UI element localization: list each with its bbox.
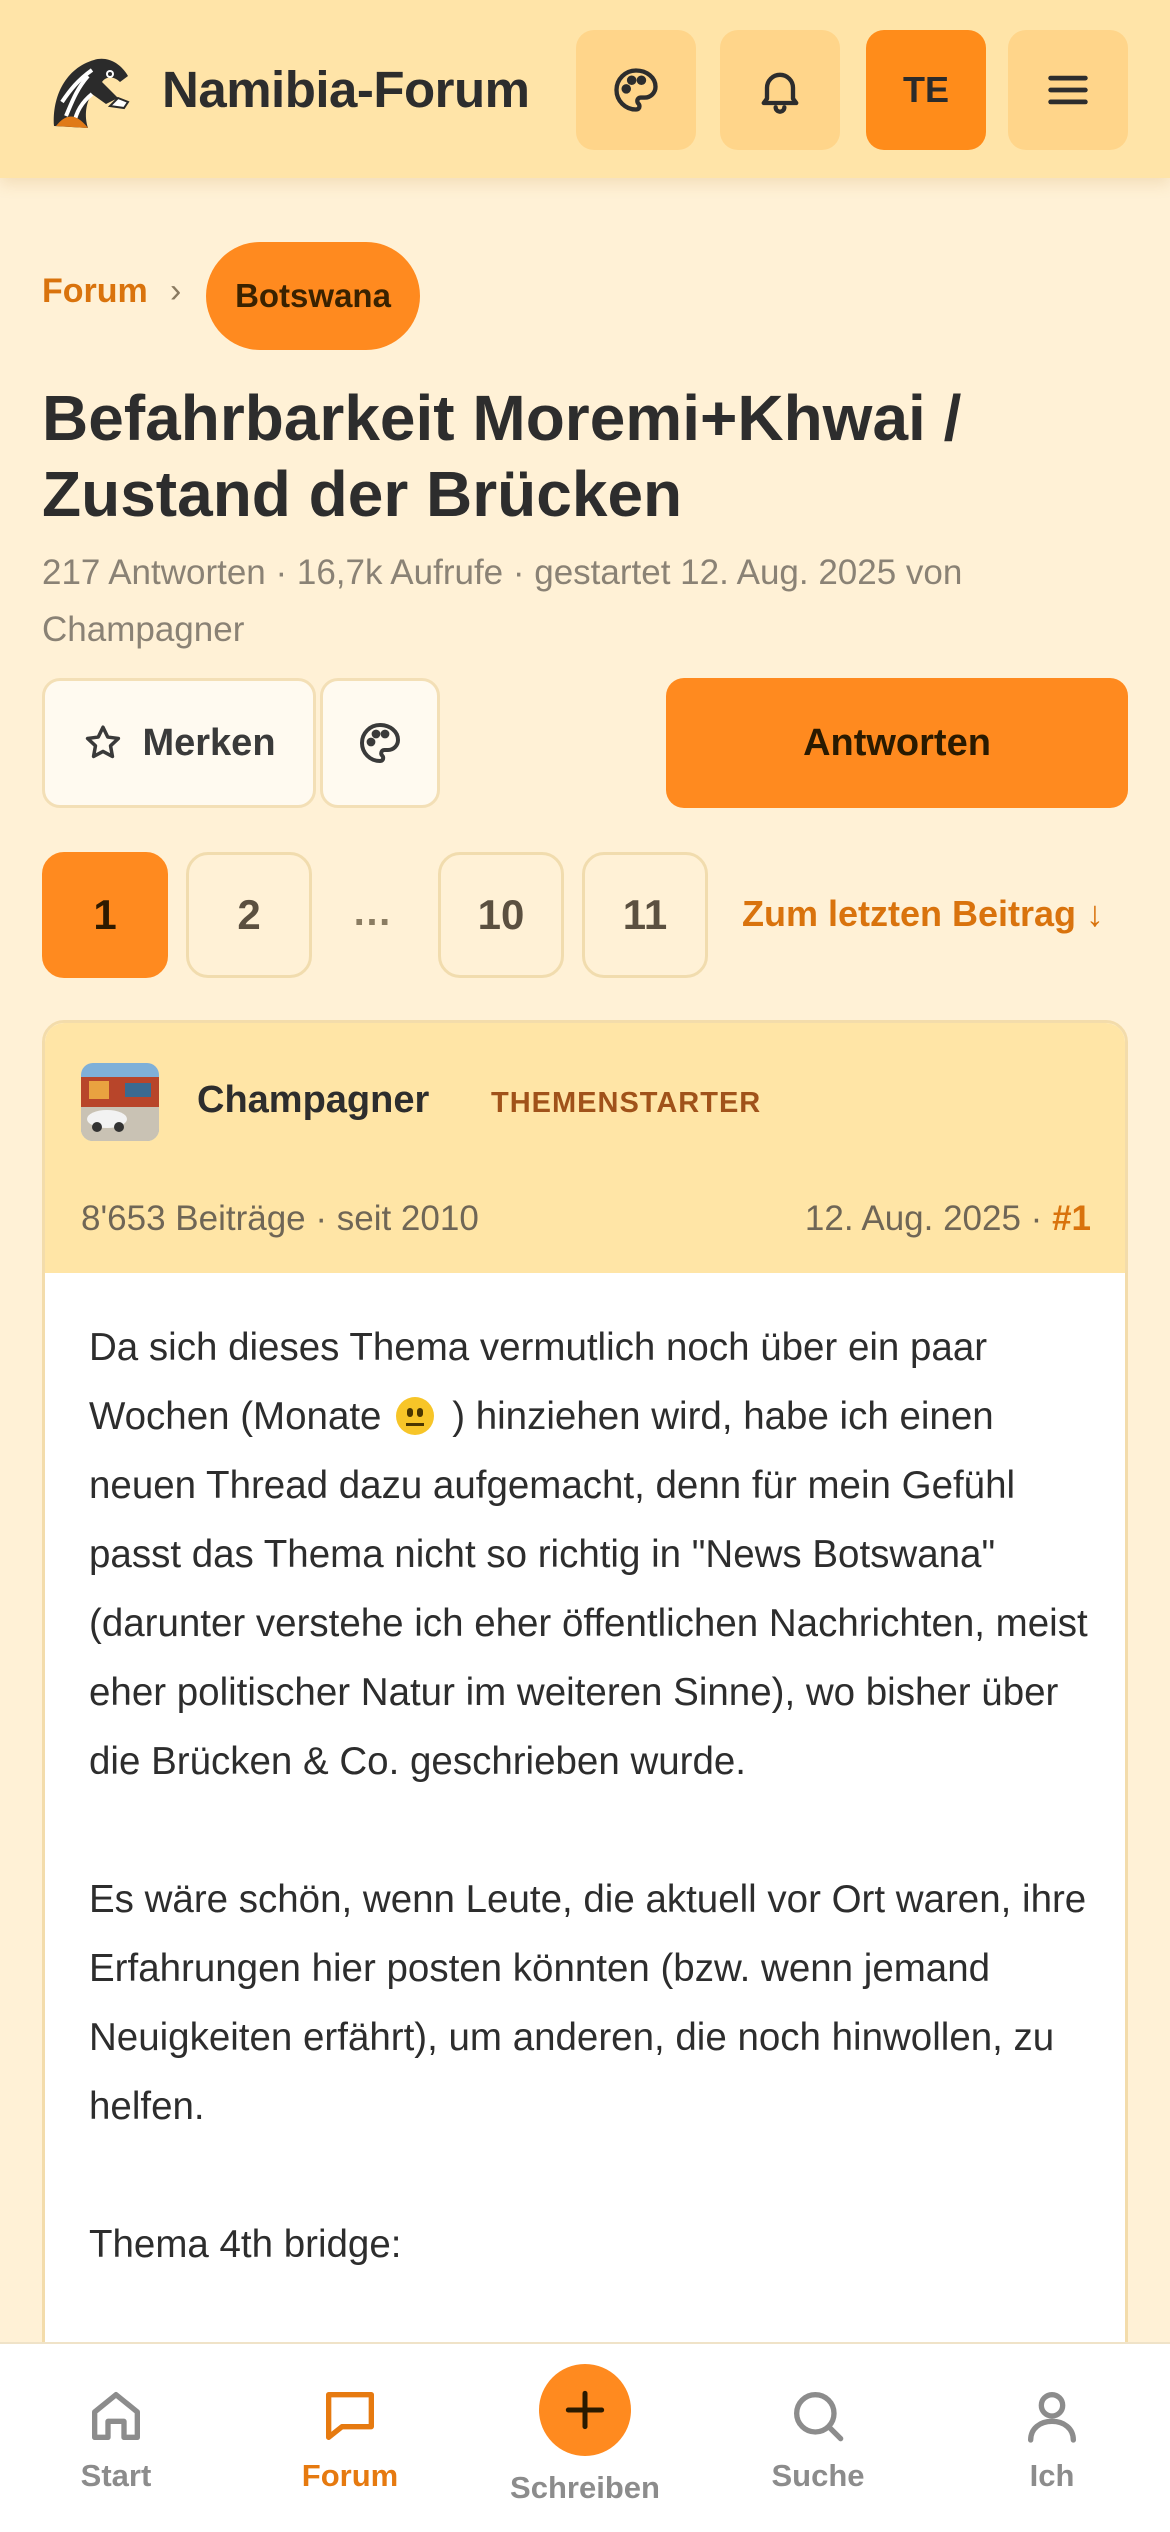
post-paragraph: Da sich dieses Thema vermutlich noch übe…: [89, 1313, 1099, 1796]
post-card: Champagner THEMENSTARTER 8'653 Beiträge …: [42, 1020, 1128, 2532]
post-paragraph: Thema 4th bridge:: [89, 2223, 402, 2266]
reply-button[interactable]: Antworten: [666, 678, 1128, 808]
nav-write-label: Schreiben: [510, 2470, 660, 2505]
site-brand[interactable]: Namibia-Forum: [162, 60, 530, 119]
menu-button[interactable]: [1008, 30, 1128, 150]
bookmark-button[interactable]: Merken: [42, 678, 316, 808]
palette-icon: [360, 723, 400, 763]
nav-forum[interactable]: Forum: [260, 2384, 440, 2494]
post-style-button[interactable]: [320, 678, 440, 808]
page-button-10[interactable]: 10: [438, 852, 564, 978]
user-avatar-button[interactable]: TE: [866, 30, 986, 150]
jump-to-last-post-link[interactable]: Zum letzten Beitrag ↓: [742, 893, 1104, 935]
page-button-1[interactable]: 1: [42, 852, 168, 978]
nav-me-label: Ich: [1029, 2458, 1075, 2493]
chat-bubble-icon: [326, 2392, 374, 2440]
plus-icon: [565, 2390, 605, 2430]
nav-search[interactable]: Suche: [728, 2384, 908, 2494]
menu-icon: [1048, 75, 1088, 105]
post-paragraph: Es wäre schön, wenn Leute, die aktuell v…: [89, 1878, 1087, 2128]
page-button-11[interactable]: 11: [582, 852, 708, 978]
post-header: Champagner THEMENSTARTER 8'653 Beiträge …: [45, 1023, 1125, 1273]
page-button-2[interactable]: 2: [186, 852, 312, 978]
bottom-navigation: Start Forum Schreiben Suche Ich: [0, 2342, 1170, 2532]
author-name[interactable]: Champagner: [197, 1079, 429, 1122]
nav-forum-label: Forum: [301, 2458, 399, 2493]
user-icon: [1028, 2392, 1076, 2443]
neutral-face-emoji-icon: [396, 1397, 435, 1435]
author-stats: 8'653 Beiträge · seit 2010: [81, 1199, 479, 1238]
home-icon: [92, 2392, 140, 2440]
search-icon: [794, 2392, 844, 2442]
thread-title: Befahrbarkeit Moremi+Khwai / Zustand der…: [42, 382, 962, 530]
nav-start-label: Start: [80, 2458, 152, 2493]
nav-write[interactable]: Schreiben: [495, 2364, 675, 2506]
post-paragraph-text: ) hinziehen wird, habe ich einen neuen T…: [89, 1395, 1088, 1783]
thread-meta: 217 Antworten · 16,7k Aufrufe · gestarte…: [42, 553, 963, 649]
bookmark-label: Merken: [142, 721, 276, 764]
author-avatar[interactable]: [81, 1063, 159, 1141]
post-permalink[interactable]: #1: [1052, 1199, 1091, 1238]
top-bar: Namibia-Forum TE: [0, 0, 1170, 178]
pagination-ellipsis: …: [352, 890, 392, 934]
breadcrumb-category-botswana[interactable]: Botswana: [206, 242, 420, 350]
theme-button[interactable]: [576, 30, 696, 150]
breadcrumb-separator: ›: [170, 272, 182, 310]
thread-starter-badge: THEMENSTARTER: [491, 1087, 762, 1119]
nav-me[interactable]: Ich: [962, 2384, 1142, 2494]
nav-search-label: Suche: [771, 2458, 865, 2493]
post-body: Da sich dieses Thema vermutlich noch übe…: [89, 1313, 1099, 2348]
nav-start[interactable]: Start: [26, 2384, 206, 2494]
post-date: 12. Aug. 2025 · #1: [805, 1199, 1091, 1239]
write-plus-button[interactable]: [539, 2364, 631, 2456]
bell-icon: [761, 72, 799, 114]
notifications-button[interactable]: [720, 30, 840, 150]
zebra-logo-icon[interactable]: [44, 46, 136, 138]
post-date-text: 12. Aug. 2025 ·: [804, 1199, 1053, 1238]
star-icon: [86, 725, 121, 759]
palette-icon: [614, 68, 658, 112]
breadcrumb-forum-link[interactable]: Forum: [42, 272, 148, 311]
